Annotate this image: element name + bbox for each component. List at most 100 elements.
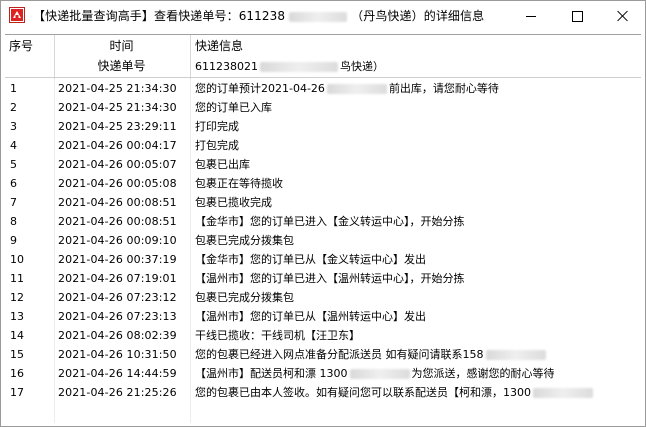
row-time: 2021-04-26 08:02:39 bbox=[58, 329, 177, 342]
row-time: 2021-04-26 00:08:51 bbox=[58, 215, 177, 228]
window-title-suffix: （丹鸟快递）的详细信息 bbox=[351, 9, 485, 23]
redacted-text bbox=[260, 62, 338, 72]
row-info: 您的订单预计2021-04-26 前出库，请您耐心等待 bbox=[195, 79, 639, 98]
table-row[interactable]: 12 2021-04-26 07:23:12 包裹已完成分拨集包 bbox=[5, 288, 641, 307]
table-row[interactable]: 1 2021-04-25 21:34:30 您的订单预计2021-04-26 前出库，… bbox=[5, 79, 641, 98]
tracking-number-label: 快递单号 bbox=[97, 59, 146, 73]
table-row[interactable]: 15 2021-04-26 10:31:50 您的包裹已经进入网点准备分配派送员 如… bbox=[5, 345, 641, 364]
row-time: 2021-04-26 00:05:08 bbox=[58, 177, 177, 190]
column-header-no[interactable]: 序号 bbox=[5, 35, 58, 57]
tracking-number-prefix: 611238021 bbox=[195, 60, 258, 73]
row-number: 8 bbox=[10, 215, 17, 228]
row-time: 2021-04-25 21:34:30 bbox=[58, 101, 177, 114]
row-time: 2021-04-26 07:23:13 bbox=[58, 310, 177, 323]
table-row[interactable]: 10 2021-04-26 00:37:19 【金华市】您的订单已从【金义转运中心】… bbox=[5, 250, 641, 269]
window-title: 【快递批量查询高手】查看快递单号：611238 （丹鸟快递）的详细信息 bbox=[33, 8, 484, 24]
row-info: 您的包裹已经进入网点准备分配派送员 如有疑问请联系158 bbox=[195, 345, 639, 364]
row-info: 包裹已完成分拨集包 bbox=[195, 234, 294, 247]
table-row[interactable]: 13 2021-04-26 07:23:13 【温州市】您的订单已从【温州转运中心】… bbox=[5, 307, 641, 326]
row-number: 7 bbox=[10, 196, 17, 209]
row-time: 2021-04-26 00:08:51 bbox=[58, 196, 177, 209]
row-info-text: 您的包裹已经进入网点准备分配派送员 如有疑问请联系158 bbox=[195, 348, 484, 361]
minimize-icon bbox=[526, 15, 536, 17]
row-number: 3 bbox=[10, 120, 17, 133]
row-time: 2021-04-26 00:37:19 bbox=[58, 253, 177, 266]
row-time: 2021-04-26 07:23:12 bbox=[58, 291, 177, 304]
row-number: 4 bbox=[10, 139, 17, 152]
redacted-text bbox=[326, 84, 387, 94]
row-info: 包裹已出库 bbox=[195, 158, 250, 171]
row-time: 2021-04-26 21:25:26 bbox=[58, 386, 177, 399]
row-number: 17 bbox=[10, 386, 24, 399]
row-number: 11 bbox=[10, 272, 24, 285]
row-time: 2021-04-26 07:19:01 bbox=[58, 272, 177, 285]
row-time: 2021-04-25 23:29:11 bbox=[58, 120, 177, 133]
minimize-button[interactable] bbox=[508, 1, 554, 31]
redacted-text bbox=[289, 11, 348, 22]
row-number: 12 bbox=[10, 291, 24, 304]
row-number: 1 bbox=[10, 82, 17, 95]
header-divider bbox=[5, 77, 641, 78]
row-time: 2021-04-26 00:04:17 bbox=[58, 139, 177, 152]
redacted-text bbox=[533, 388, 593, 398]
row-number: 15 bbox=[10, 348, 24, 361]
row-info-tail: 为您派送，感谢您的耐心等待 bbox=[411, 367, 555, 380]
tracking-list[interactable]: 序号 时间 快递信息 快递单号 611238021 鸟快递） 1 2021-04-2… bbox=[5, 34, 641, 423]
column-header-info[interactable]: 快递信息 bbox=[191, 35, 635, 57]
row-info: 【温州市】您的订单已进入【温州转运中心】，开始分拣 bbox=[195, 272, 465, 285]
table-row[interactable]: 3 2021-04-25 23:29:11 打印完成 bbox=[5, 117, 641, 136]
row-number: 16 bbox=[10, 367, 24, 380]
row-number: 13 bbox=[10, 310, 24, 323]
row-info: 【温州市】您的订单已从【温州转运中心】发出 bbox=[195, 310, 426, 323]
tracking-number-value: 611238021 鸟快递） bbox=[195, 57, 635, 76]
redacted-text bbox=[349, 369, 410, 379]
row-number: 5 bbox=[10, 158, 17, 171]
maximize-button[interactable] bbox=[554, 1, 600, 31]
redacted-text bbox=[485, 350, 546, 360]
row-time: 2021-04-26 00:09:10 bbox=[58, 234, 177, 247]
query-detail-window: 【快递批量查询高手】查看快递单号：611238 （丹鸟快递）的详细信息 序号 时间… bbox=[0, 0, 646, 427]
window-title-prefix: 【快递批量查询高手】查看快递单号：611238 bbox=[33, 9, 286, 23]
row-number: 10 bbox=[10, 253, 24, 266]
table-row[interactable]: 6 2021-04-26 00:05:08 包裹正在等待揽收 bbox=[5, 174, 641, 193]
table-row[interactable]: 17 2021-04-26 21:25:26 您的包裹已由本人签收。如有疑问您可以联… bbox=[5, 383, 641, 402]
table-row[interactable]: 11 2021-04-26 07:19:01 【温州市】您的订单已进入【温州转运中心… bbox=[5, 269, 641, 288]
column-divider[interactable] bbox=[190, 35, 191, 79]
row-info: 包裹正在等待揽收 bbox=[195, 177, 283, 190]
row-info: 【金华市】您的订单已进入【金义转运中心】，开始分拣 bbox=[195, 215, 465, 228]
column-header-time[interactable]: 时间 bbox=[54, 35, 189, 57]
row-number: 9 bbox=[10, 234, 17, 247]
app-icon bbox=[9, 7, 25, 23]
table-row[interactable]: 14 2021-04-26 08:02:39 干线已揽收：干线司机【汪卫东】 bbox=[5, 326, 641, 345]
table-row[interactable]: 2 2021-04-25 21:34:30 您的订单已入库 bbox=[5, 98, 641, 117]
row-info: 打印完成 bbox=[195, 120, 239, 133]
row-info: 包裹已完成分拨集包 bbox=[195, 291, 294, 304]
row-time: 2021-04-26 00:05:07 bbox=[58, 158, 177, 171]
row-info: 包裹已揽收完成 bbox=[195, 196, 272, 209]
row-info: 干线已揽收：干线司机【汪卫东】 bbox=[195, 329, 360, 342]
row-info: 【温州市】配送员柯和漂 1300 为您派送，感谢您的耐心等待 bbox=[195, 364, 639, 383]
table-row[interactable]: 16 2021-04-26 14:44:59 【温州市】配送员柯和漂 1300 为您派… bbox=[5, 364, 641, 383]
row-time: 2021-04-26 14:44:59 bbox=[58, 367, 177, 380]
row-number: 14 bbox=[10, 329, 24, 342]
table-row[interactable]: 4 2021-04-26 00:04:17 打包完成 bbox=[5, 136, 641, 155]
row-info-text: 您的包裹已由本人签收。如有疑问您可以联系配送员【柯和漂，1300 bbox=[195, 386, 531, 399]
row-number: 6 bbox=[10, 177, 17, 190]
row-time: 2021-04-25 21:34:30 bbox=[58, 82, 177, 95]
tracking-number-suffix: 鸟快递） bbox=[340, 60, 384, 73]
row-info-tail: 前出库，请您耐心等待 bbox=[388, 82, 499, 95]
row-info: 【金华市】您的订单已从【金义转运中心】发出 bbox=[195, 253, 426, 266]
tracking-rows: 1 2021-04-25 21:34:30 您的订单预计2021-04-26 前出库，… bbox=[5, 79, 641, 402]
row-info-text: 您的订单预计2021-04-26 bbox=[195, 82, 325, 95]
close-button[interactable] bbox=[600, 1, 645, 31]
table-row[interactable]: 7 2021-04-26 00:08:51 包裹已揽收完成 bbox=[5, 193, 641, 212]
table-row[interactable]: 9 2021-04-26 00:09:10 包裹已完成分拨集包 bbox=[5, 231, 641, 250]
title-bar[interactable]: 【快递批量查询高手】查看快递单号：611238 （丹鸟快递）的详细信息 bbox=[1, 1, 645, 31]
row-info: 您的包裹已由本人签收。如有疑问您可以联系配送员【柯和漂，1300 bbox=[195, 383, 639, 402]
row-number: 2 bbox=[10, 101, 17, 114]
close-icon bbox=[617, 10, 629, 22]
table-row[interactable]: 5 2021-04-26 00:05:07 包裹已出库 bbox=[5, 155, 641, 174]
row-time: 2021-04-26 10:31:50 bbox=[58, 348, 177, 361]
row-info-text: 【温州市】配送员柯和漂 1300 bbox=[195, 367, 348, 380]
table-row[interactable]: 8 2021-04-26 00:08:51 【金华市】您的订单已进入【金义转运中心】… bbox=[5, 212, 641, 231]
